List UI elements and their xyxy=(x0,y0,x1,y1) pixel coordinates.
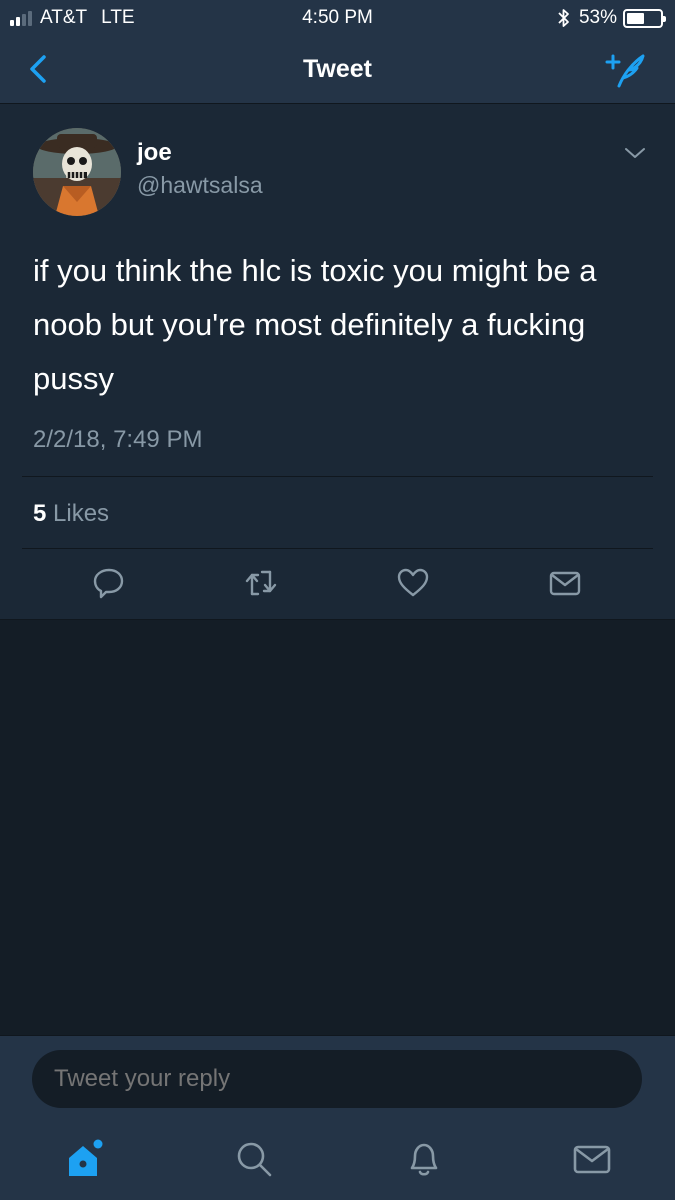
reply-icon[interactable] xyxy=(92,566,126,600)
like-icon[interactable] xyxy=(396,566,430,600)
tweet-detail: joe @hawtsalsa if you think the hlc is t… xyxy=(0,104,675,620)
avatar-skeleton-cowboy-icon xyxy=(33,128,121,216)
author-name[interactable]: joe xyxy=(137,139,172,167)
reply-input[interactable] xyxy=(32,1050,642,1108)
likes-count: 5 xyxy=(33,500,47,527)
likes-label: Likes xyxy=(53,500,110,527)
likes-summary[interactable]: 5 Likes xyxy=(33,500,109,528)
compose-tweet-icon[interactable] xyxy=(603,50,647,90)
battery-percent: 53% xyxy=(578,7,617,28)
nav-bar: Tweet xyxy=(0,38,675,104)
author-handle[interactable]: @hawtsalsa xyxy=(137,172,263,199)
divider xyxy=(22,476,653,477)
bottom-bar xyxy=(0,1035,675,1200)
search-icon[interactable] xyxy=(233,1138,275,1180)
direct-message-icon[interactable] xyxy=(548,566,582,600)
status-right: 53% xyxy=(557,7,666,29)
status-bar: AT&T LTE 4:50 PM 53% xyxy=(0,0,675,38)
retweet-icon[interactable] xyxy=(244,566,278,600)
bluetooth-icon xyxy=(558,9,569,27)
tweet-text: if you think the hlc is toxic you might … xyxy=(33,253,597,396)
divider xyxy=(22,548,653,549)
battery-fill xyxy=(627,12,644,24)
notifications-icon[interactable] xyxy=(403,1138,445,1180)
page-title: Tweet xyxy=(303,55,372,83)
messages-icon[interactable] xyxy=(571,1138,613,1180)
chevron-down-icon[interactable] xyxy=(623,144,647,162)
avatar[interactable] xyxy=(33,128,121,216)
home-icon[interactable] xyxy=(63,1138,105,1180)
battery-icon xyxy=(623,8,666,28)
tweet-timestamp: 2/2/18, 7:49 PM xyxy=(33,426,203,453)
